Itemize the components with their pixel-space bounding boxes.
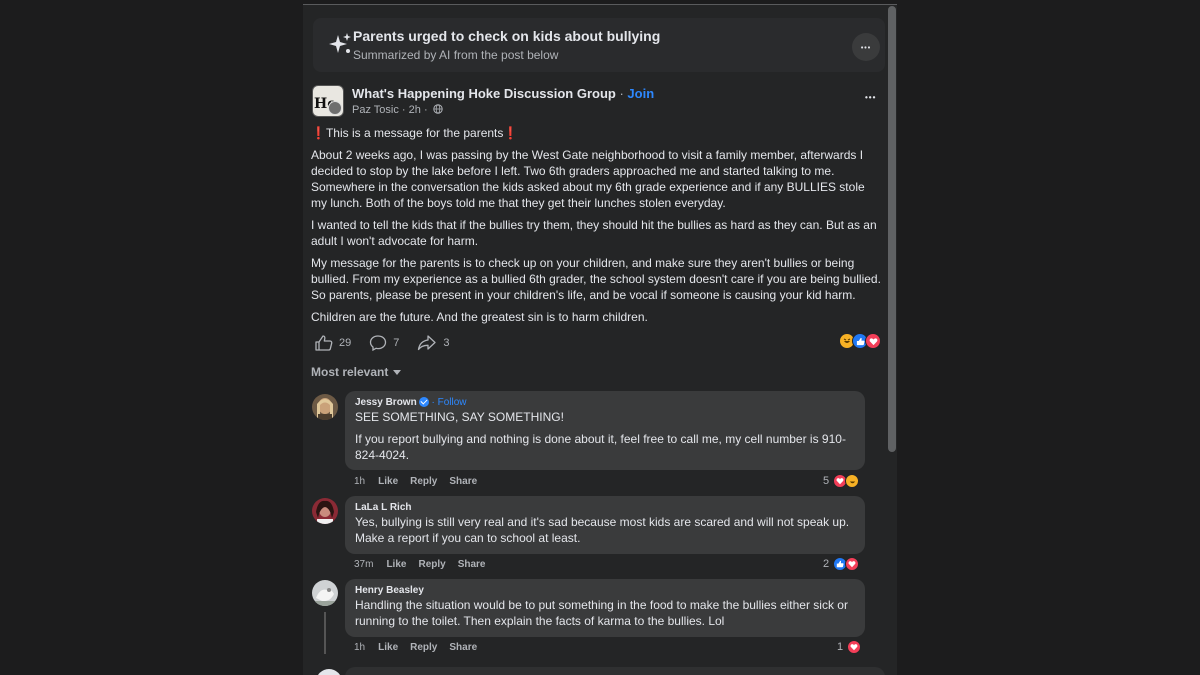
post-paragraph: My message for the parents is to check u… <box>311 256 881 302</box>
ai-summary-more-button[interactable]: ••• <box>852 33 880 61</box>
comment-share-button[interactable]: Share <box>458 559 486 570</box>
post-more-button[interactable]: ••• <box>865 93 876 102</box>
post-headline: ❗This is a message for the parents❗ <box>311 125 883 141</box>
thumbs-up-icon <box>315 335 333 351</box>
comment-count: 7 <box>393 337 400 349</box>
globe-icon <box>432 104 443 114</box>
comment-paragraph: If you report bullying and nothing is do… <box>355 432 846 462</box>
commenter-name-link[interactable]: Jessy Brown <box>355 397 417 408</box>
reply-thread-line <box>324 612 326 654</box>
next-comment-bubble <box>345 667 885 675</box>
verified-badge-icon <box>418 397 429 408</box>
share-count: 3 <box>443 337 450 349</box>
comment-reply-button[interactable]: Reply <box>418 559 445 570</box>
post-paragraph: I wanted to tell the kids that if the bu… <box>311 218 877 248</box>
post-reaction-summary[interactable] <box>839 333 881 349</box>
follow-button[interactable]: · Follow <box>429 397 466 408</box>
group-name-link[interactable]: What's Happening Hoke Discussion Group <box>352 86 616 101</box>
comment-paragraph: Handling the situation would be to put s… <box>355 598 848 628</box>
comment-reaction-count: 2 <box>823 558 830 570</box>
group-header: What's Happening Hoke Discussion Group ·… <box>352 86 654 101</box>
comment-paragraph: Yes, bullying is still very real and it'… <box>355 515 850 545</box>
comment-like-button[interactable]: Like <box>386 559 406 570</box>
comment-button[interactable]: 7 <box>369 335 399 351</box>
post-body: ❗This is a message for the parents❗ Abou… <box>311 125 883 331</box>
comment-reaction-count: 5 <box>823 475 830 487</box>
share-arrow-icon <box>418 335 437 351</box>
commenter-name-link[interactable]: LaLa L Rich <box>355 502 412 513</box>
like-button[interactable]: 29 <box>315 335 351 351</box>
post-paragraph: Children are the future. And the greates… <box>311 310 648 324</box>
group-separator: · <box>615 86 628 101</box>
comment-text: Yes, bullying is still very real and it'… <box>355 514 855 546</box>
author-avatar[interactable] <box>328 101 342 115</box>
comment-share-button[interactable]: Share <box>449 642 477 653</box>
post-paragraph: About 2 weeks ago, I was passing by the … <box>311 148 865 210</box>
exclamation-icon: ❗ <box>311 126 326 140</box>
post-time[interactable]: · 2h · <box>399 104 428 116</box>
exclamation-icon: ❗ <box>503 126 519 140</box>
comment-author: Jessy Brown · Follow <box>355 397 855 408</box>
join-group-button[interactable]: Join <box>627 86 654 101</box>
love-reaction-icon <box>865 333 881 349</box>
post-panel: Parents urged to check on kids about bul… <box>303 5 897 675</box>
comment-author: Henry Beasley <box>355 585 855 596</box>
comment-reply-button[interactable]: Reply <box>410 476 437 487</box>
comment-actions: 1h Like Reply Share <box>354 642 489 653</box>
comment-like-button[interactable]: Like <box>378 476 398 487</box>
ai-sparkle-icon <box>329 33 351 53</box>
comment-reaction-summary[interactable]: 5 <box>823 474 860 488</box>
love-reaction-icon <box>847 640 862 654</box>
comment-time[interactable]: 1h <box>354 642 365 653</box>
comment-time[interactable]: 1h <box>354 476 365 487</box>
comment-icon <box>370 335 387 351</box>
love-reaction-icon <box>845 557 860 571</box>
more-icon: ••• <box>860 45 872 52</box>
commenter-avatar[interactable] <box>312 498 338 524</box>
comment-reaction-summary[interactable]: 2 <box>823 557 860 571</box>
comment-reply-button[interactable]: Reply <box>410 642 437 653</box>
comment-text: SEE SOMETHING, SAY SOMETHING! If you rep… <box>355 409 855 463</box>
comment-time[interactable]: 37m <box>354 559 373 570</box>
haha-reaction-icon <box>845 474 860 488</box>
post-headline-text: This is a message for the parents <box>325 126 504 140</box>
comment-reaction-summary[interactable]: 1 <box>837 640 862 654</box>
share-button[interactable]: 3 <box>417 335 450 351</box>
author-name-link[interactable]: Paz Tosic <box>352 104 399 116</box>
comment-bubble: Henry Beasley Handling the situation wou… <box>345 579 865 637</box>
comment-text: Handling the situation would be to put s… <box>355 597 855 629</box>
commenter-avatar[interactable] <box>312 580 338 606</box>
comment-author: LaLa L Rich <box>355 502 855 513</box>
next-commenter-avatar[interactable] <box>316 669 342 675</box>
post-actions: 29 7 3 <box>315 333 468 353</box>
scrollbar-thumb[interactable] <box>888 6 896 452</box>
group-avatar[interactable]: Ho <box>312 85 344 117</box>
caret-down-icon <box>393 370 402 376</box>
comment-bubble: Jessy Brown · Follow SEE SOMETHING, SAY … <box>345 391 865 470</box>
comment-bubble: LaLa L Rich Yes, bullying is still very … <box>345 496 865 554</box>
commenter-name-link[interactable]: Henry Beasley <box>355 585 424 596</box>
comment-sort-label: Most relevant <box>311 365 389 379</box>
comment-sort-dropdown[interactable]: Most relevant <box>311 365 402 379</box>
ai-summary-title: Parents urged to check on kids about bul… <box>353 28 661 44</box>
ai-summary-card[interactable]: Parents urged to check on kids about bul… <box>313 18 885 72</box>
like-count: 29 <box>339 337 352 349</box>
comment-actions: 1h Like Reply Share <box>354 476 489 487</box>
commenter-avatar[interactable] <box>312 394 338 420</box>
comment-paragraph: SEE SOMETHING, SAY SOMETHING! <box>355 410 564 424</box>
ai-summary-subtitle: Summarized by AI from the post below <box>353 48 559 62</box>
comment-reaction-count: 1 <box>837 641 844 653</box>
comment-share-button[interactable]: Share <box>449 476 477 487</box>
post-meta: Paz Tosic · 2h · <box>352 104 443 116</box>
comment-like-button[interactable]: Like <box>378 642 398 653</box>
comment-actions: 37m Like Reply Share <box>354 559 498 570</box>
